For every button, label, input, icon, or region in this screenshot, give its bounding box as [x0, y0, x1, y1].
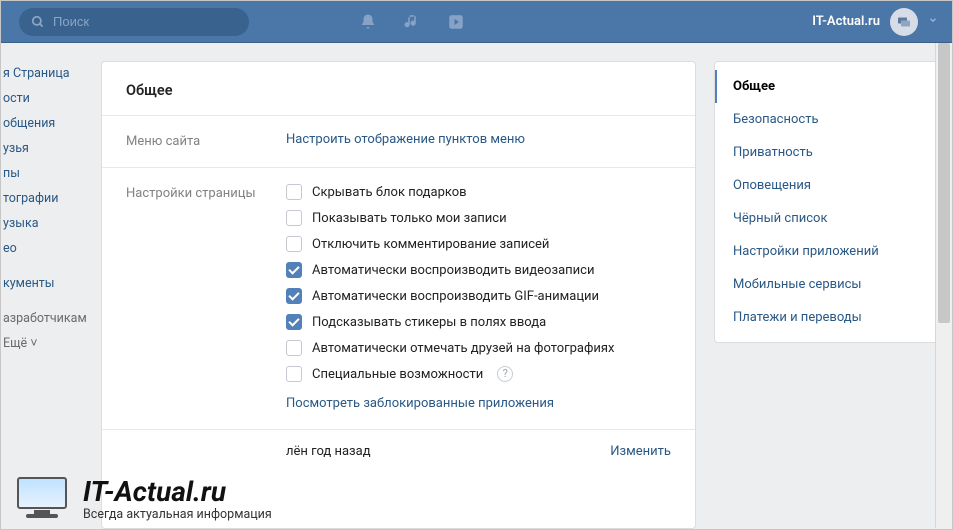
option-row[interactable]: Показывать только мои записи: [286, 210, 671, 226]
bell-icon[interactable]: [359, 13, 377, 31]
option-label: Подсказывать стикеры в полях ввода: [312, 315, 546, 330]
option-row[interactable]: Подсказывать стикеры в полях ввода: [286, 314, 671, 330]
checkbox[interactable]: [286, 366, 302, 382]
left-nav-item[interactable]: ео: [3, 236, 83, 261]
left-nav-item[interactable]: тографии: [3, 186, 83, 211]
section-password: лён год назад Изменить: [102, 430, 695, 479]
left-nav-item[interactable]: я Страница: [3, 61, 83, 86]
search-input[interactable]: [53, 14, 237, 29]
left-nav-item[interactable]: пы: [3, 161, 83, 186]
settings-nav-item[interactable]: Безопасность: [715, 103, 937, 136]
change-button[interactable]: Изменить: [610, 444, 671, 459]
option-row[interactable]: Автоматически отмечать друзей на фотогра…: [286, 340, 671, 356]
options-list: Скрывать блок подарков Показывать только …: [286, 184, 671, 382]
section-site-menu: Меню сайта Настроить отображение пунктов…: [102, 116, 695, 168]
layout: я Страницаостиобщенияузьяпытографииузыка…: [1, 43, 952, 529]
settings-nav-item[interactable]: Оповещения: [715, 169, 937, 202]
main-panel: Общее Меню сайта Настроить отображение п…: [101, 61, 696, 529]
checkbox[interactable]: [286, 340, 302, 356]
option-row[interactable]: Скрывать блок подарков: [286, 184, 671, 200]
play-icon[interactable]: [447, 13, 465, 31]
left-nav: я Страницаостиобщенияузьяпытографииузыка…: [1, 61, 83, 529]
option-row[interactable]: Специальные возможности?: [286, 366, 671, 382]
user-label: IT-Actual.ru: [812, 14, 880, 29]
section-label-menu: Меню сайта: [126, 132, 286, 149]
checkbox[interactable]: [286, 210, 302, 226]
top-right[interactable]: IT-Actual.ru: [812, 8, 938, 36]
settings-nav-item[interactable]: Приватность: [715, 136, 937, 169]
scrollbar-thumb[interactable]: [938, 43, 950, 323]
search-icon: [31, 15, 45, 29]
search-box[interactable]: [19, 8, 249, 36]
configure-menu-link[interactable]: Настроить отображение пунктов меню: [286, 132, 525, 147]
option-row[interactable]: Автоматически воспроизводить видеозаписи: [286, 262, 671, 278]
settings-sidebar: ОбщееБезопасностьПриватностьОповещенияЧё…: [714, 61, 938, 343]
password-age-text: лён год назад: [286, 444, 371, 459]
option-label: Автоматически отмечать друзей на фотогра…: [312, 341, 614, 356]
left-nav-item[interactable]: ости: [3, 86, 83, 111]
settings-nav-item[interactable]: Мобильные сервисы: [715, 268, 937, 301]
left-nav-item[interactable]: узыка: [3, 211, 83, 236]
option-label: Показывать только мои записи: [312, 211, 507, 226]
settings-nav-item[interactable]: Чёрный список: [715, 202, 937, 235]
option-row[interactable]: Отключить комментирование записей: [286, 236, 671, 252]
checkbox[interactable]: [286, 314, 302, 330]
page-title: Общее: [102, 62, 695, 116]
settings-nav-item[interactable]: Общее: [715, 70, 937, 103]
top-icons: [359, 13, 465, 31]
left-nav-item[interactable]: азработчикам: [3, 306, 83, 331]
blocked-apps-link[interactable]: Посмотреть заблокированные приложения: [286, 396, 554, 411]
option-label: Автоматически воспроизводить GIF-анимаци…: [312, 289, 599, 304]
help-icon[interactable]: ?: [497, 366, 513, 382]
checkbox[interactable]: [286, 262, 302, 278]
option-label: Отключить комментирование записей: [312, 237, 549, 252]
checkbox[interactable]: [286, 236, 302, 252]
left-nav-item[interactable]: Ещё ˅: [3, 331, 83, 356]
option-label: Специальные возможности: [312, 367, 483, 382]
chevron-down-icon: [928, 14, 938, 29]
checkbox[interactable]: [286, 288, 302, 304]
option-label: Скрывать блок подарков: [312, 185, 467, 200]
left-nav-item[interactable]: узья: [3, 136, 83, 161]
settings-nav-item[interactable]: Платежи и переводы: [715, 301, 937, 334]
left-nav-item[interactable]: кументы: [3, 271, 83, 296]
left-nav-item[interactable]: общения: [3, 111, 83, 136]
option-label: Автоматически воспроизводить видеозаписи: [312, 263, 594, 278]
section-page-settings: Настройки страницы Скрывать блок подарко…: [102, 168, 695, 430]
settings-nav-item[interactable]: Настройки приложений: [715, 235, 937, 268]
option-row[interactable]: Автоматически воспроизводить GIF-анимаци…: [286, 288, 671, 304]
scrollbar[interactable]: [935, 43, 951, 528]
checkbox[interactable]: [286, 184, 302, 200]
music-icon[interactable]: [403, 13, 421, 31]
avatar: [890, 8, 918, 36]
topbar: IT-Actual.ru: [1, 1, 952, 43]
section-label-settings: Настройки страницы: [126, 184, 286, 411]
